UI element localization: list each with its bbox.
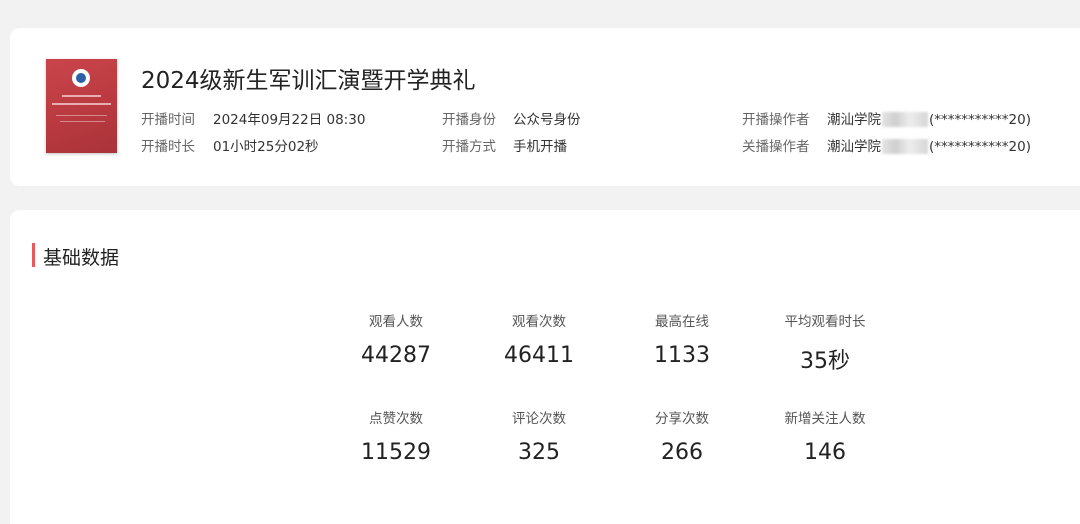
stat-views: 观看次数 46411 [484, 310, 594, 368]
stop-operator-value: 潮汕学院 (***********20) [827, 139, 1031, 155]
stat-viewers: 观看人数 44287 [341, 310, 451, 368]
live-cover-image [46, 59, 117, 153]
start-time-label: 开播时间 [141, 112, 195, 128]
stat-label: 评论次数 [512, 411, 566, 427]
method-label: 开播方式 [442, 139, 496, 155]
stat-value: 11529 [361, 440, 431, 465]
method-value: 手机开播 [513, 139, 567, 155]
stat-value: 325 [518, 440, 560, 465]
duration-label: 开播时长 [141, 139, 195, 155]
section-accent-bar [32, 243, 35, 267]
stat-avg-watch-time: 平均观看时长 35秒 [770, 310, 880, 375]
stat-comments: 评论次数 325 [484, 407, 594, 465]
identity-value: 公众号身份 [513, 112, 581, 128]
stat-label: 点赞次数 [369, 411, 423, 427]
stat-value: 266 [661, 440, 703, 465]
identity-label: 开播身份 [442, 112, 496, 128]
school-logo-icon [72, 69, 90, 87]
stat-value: 44287 [361, 343, 431, 368]
stat-new-followers: 新增关注人数 146 [770, 407, 880, 465]
stat-label: 新增关注人数 [784, 411, 866, 427]
stat-value: 35秒 [800, 349, 850, 374]
stop-operator-label: 关播操作者 [742, 139, 810, 155]
stat-label: 最高在线 [655, 314, 709, 330]
start-operator-value: 潮汕学院 (***********20) [827, 112, 1031, 128]
start-time-value: 2024年09月22日 08:30 [213, 112, 366, 128]
masked-name [882, 139, 928, 154]
masked-name [882, 112, 928, 127]
live-title: 2024级新生军训汇演暨开学典礼 [141, 68, 476, 94]
stat-label: 观看人数 [369, 314, 423, 330]
stat-label: 分享次数 [655, 411, 709, 427]
duration-value: 01小时25分02秒 [213, 139, 319, 155]
start-operator-label: 开播操作者 [742, 112, 810, 128]
stat-value: 1133 [654, 343, 710, 368]
basic-data-card: 基础数据 观看人数 44287 观看次数 46411 最高在线 1133 平均观… [10, 210, 1080, 524]
stat-likes: 点赞次数 11529 [341, 407, 451, 465]
stat-label: 观看次数 [512, 314, 566, 330]
stat-value: 46411 [504, 343, 574, 368]
stat-peak-online: 最高在线 1133 [627, 310, 737, 368]
stat-value: 146 [804, 440, 846, 465]
stat-label: 平均观看时长 [784, 314, 866, 330]
stat-shares: 分享次数 266 [627, 407, 737, 465]
section-title: 基础数据 [43, 247, 120, 269]
live-info-card: 2024级新生军训汇演暨开学典礼 开播时间 2024年09月22日 08:30 … [10, 28, 1080, 186]
